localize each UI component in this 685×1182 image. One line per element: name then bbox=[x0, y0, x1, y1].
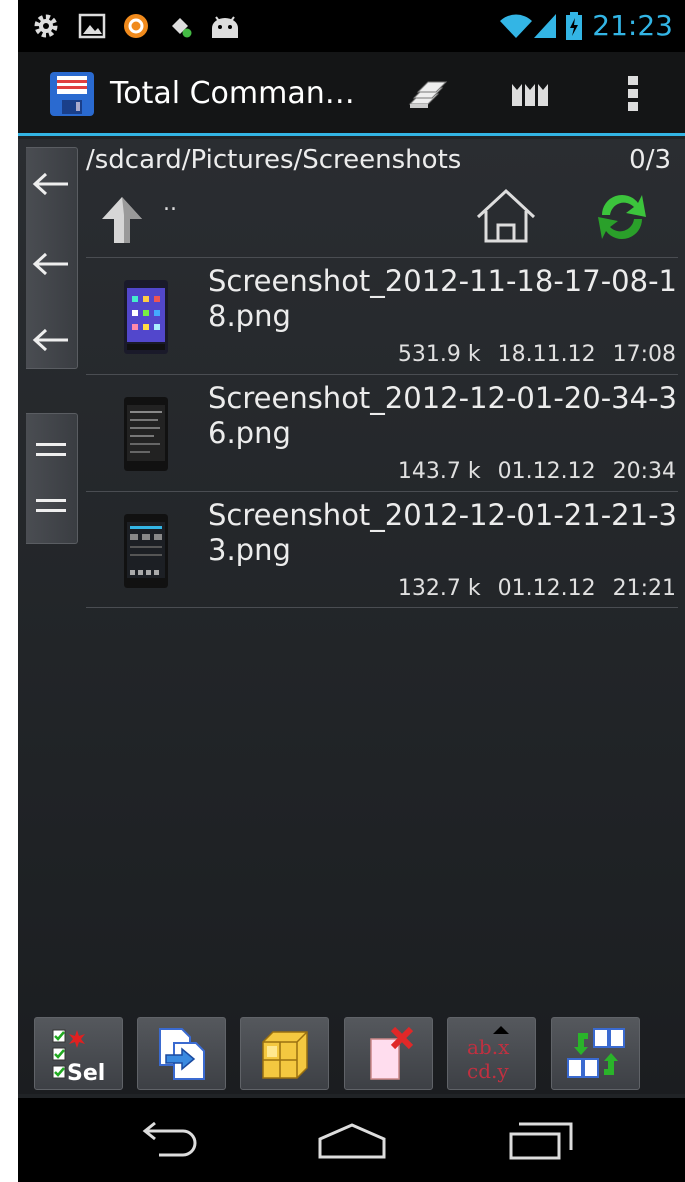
refresh-icon[interactable] bbox=[594, 189, 650, 245]
file-size: 143.7 k bbox=[397, 459, 481, 484]
current-path[interactable]: /sdcard/Pictures/Screenshots bbox=[86, 145, 461, 175]
bottom-toolbar: Sel ab.x cd.y bbox=[18, 1010, 685, 1094]
file-name: Screenshot_2012-12-01-20-34-36.png bbox=[208, 381, 677, 450]
select-label: Sel bbox=[67, 1061, 105, 1084]
file-row[interactable]: Screenshot_2012-12-01-20-34-36.png 143.7… bbox=[86, 374, 678, 491]
home-icon[interactable] bbox=[474, 187, 538, 245]
overflow-menu-icon bbox=[628, 76, 638, 111]
signal-icon bbox=[534, 14, 556, 38]
file-time: 20:34 bbox=[612, 459, 676, 484]
selection-count: 0/3 bbox=[629, 145, 671, 175]
status-bar: 21:23 bbox=[18, 0, 685, 52]
file-thumbnail bbox=[124, 280, 168, 354]
file-date: 01.12.12 bbox=[497, 459, 596, 484]
delete-icon bbox=[369, 1026, 413, 1080]
panel-menu-button[interactable] bbox=[26, 420, 76, 480]
file-size: 132.7 k bbox=[397, 576, 481, 601]
gallery-icon bbox=[78, 13, 106, 39]
file-thumbnail bbox=[124, 514, 168, 588]
file-name: Screenshot_2012-12-01-21-21-33.png bbox=[208, 498, 677, 567]
back-arrow-icon bbox=[32, 328, 68, 352]
home-nav-button[interactable] bbox=[312, 1116, 392, 1166]
file-row[interactable]: Screenshot_2012-12-01-21-21-33.png 132.7… bbox=[86, 491, 678, 608]
sort-label-top: ab.x bbox=[467, 1035, 510, 1059]
app-title: Total Comman… bbox=[110, 76, 355, 111]
app-icon bbox=[124, 14, 148, 38]
file-date: 01.12.12 bbox=[497, 576, 596, 601]
back-button[interactable] bbox=[26, 154, 76, 214]
settings-icon bbox=[34, 14, 58, 38]
pack-zip-icon bbox=[261, 1030, 308, 1079]
panel-menu-button[interactable] bbox=[26, 476, 76, 536]
copy-move-icon bbox=[158, 1027, 205, 1080]
usb-debug-icon bbox=[172, 18, 192, 38]
wifi-icon bbox=[500, 14, 532, 38]
recent-apps-button[interactable] bbox=[500, 1116, 580, 1166]
bookmarks-button[interactable] bbox=[502, 68, 558, 120]
equal-lines-icon bbox=[36, 499, 66, 512]
file-time: 17:08 bbox=[612, 342, 676, 367]
copy-panels-button[interactable] bbox=[400, 68, 456, 120]
file-meta: 143.7 k 01.12.12 20:34 bbox=[398, 459, 676, 484]
home-nav-icon bbox=[318, 1123, 386, 1159]
sort-label-bottom: cd.y bbox=[467, 1059, 509, 1083]
overflow-menu-button[interactable] bbox=[605, 68, 661, 120]
navigation-bar bbox=[18, 1098, 685, 1182]
file-panel: /sdcard/Pictures/Screenshots 0/3 .. Scre… bbox=[18, 139, 685, 1094]
file-row[interactable]: Screenshot_2012-11-18-17-08-18.png 531.9… bbox=[86, 257, 678, 374]
panel-menu-tab bbox=[26, 413, 78, 544]
back-button[interactable] bbox=[26, 234, 76, 294]
android-icon bbox=[212, 16, 238, 38]
up-directory-icon[interactable] bbox=[98, 195, 146, 245]
history-back-tab bbox=[26, 147, 78, 369]
delete-button[interactable] bbox=[344, 1017, 433, 1090]
back-button[interactable] bbox=[26, 310, 76, 370]
file-meta: 132.7 k 01.12.12 21:21 bbox=[398, 576, 676, 601]
swap-panels-icon bbox=[566, 1027, 625, 1078]
clock: 21:23 bbox=[592, 9, 673, 42]
file-time: 21:21 bbox=[612, 576, 676, 601]
file-list: Screenshot_2012-11-18-17-08-18.png 531.9… bbox=[86, 257, 678, 608]
back-nav-button[interactable] bbox=[128, 1116, 208, 1166]
battery-charging-icon bbox=[566, 12, 582, 40]
pack-zip-button[interactable] bbox=[240, 1017, 329, 1090]
swap-panels-button[interactable] bbox=[551, 1017, 640, 1090]
back-nav-icon bbox=[142, 1121, 197, 1157]
bookmarks-icon bbox=[512, 84, 548, 106]
select-button[interactable]: Sel bbox=[34, 1017, 123, 1090]
sort-button[interactable]: ab.x cd.y bbox=[447, 1017, 536, 1090]
back-arrow-icon bbox=[32, 172, 68, 196]
file-meta: 531.9 k 18.11.12 17:08 bbox=[398, 342, 676, 367]
back-arrow-icon bbox=[32, 252, 68, 276]
floppy-disk-icon[interactable] bbox=[48, 70, 96, 118]
equal-lines-icon bbox=[36, 443, 66, 456]
copy-move-button[interactable] bbox=[137, 1017, 226, 1090]
select-icon: Sel bbox=[52, 1029, 105, 1084]
parent-dir-label[interactable]: .. bbox=[163, 191, 177, 216]
action-bar: Total Comman… bbox=[18, 52, 685, 136]
sort-icon: ab.x cd.y bbox=[467, 1025, 510, 1083]
file-thumbnail bbox=[124, 397, 168, 471]
copy-panels-icon bbox=[408, 81, 448, 108]
file-date: 18.11.12 bbox=[497, 342, 596, 367]
file-name: Screenshot_2012-11-18-17-08-18.png bbox=[208, 264, 677, 333]
recent-apps-icon bbox=[509, 1122, 573, 1160]
screen: 21:23 Total Comman… /sdcard/Pictures/Scr… bbox=[18, 0, 685, 1182]
file-size: 531.9 k bbox=[397, 342, 481, 367]
